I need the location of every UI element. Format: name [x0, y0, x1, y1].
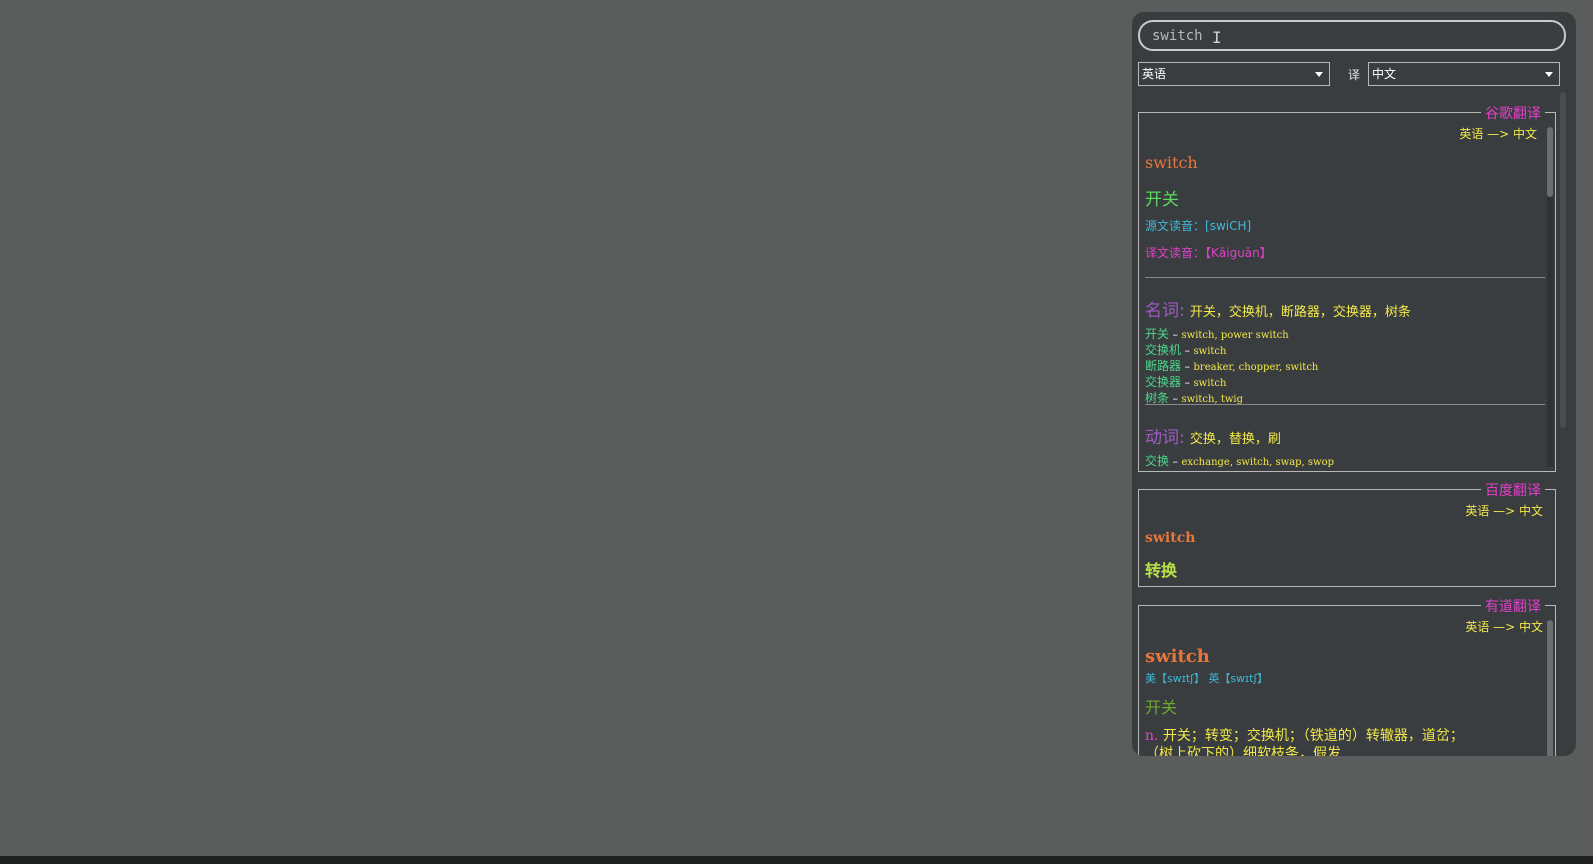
verb-synonyms: 交换 – exchange, switch, swap, swop	[1145, 454, 1334, 470]
phonetic: 美【swɪtʃ】 英【swɪtʃ】	[1145, 672, 1269, 685]
direction-label: 英语 —> 中文	[1459, 127, 1537, 141]
youdao-scrollbar[interactable]	[1547, 620, 1553, 756]
target-pronunciation: 译文读音：【Kāiguān】	[1145, 246, 1272, 260]
source-pronunciation: 源文读音：[swiCH]	[1145, 219, 1252, 233]
google-translate-group: 谷歌翻译 英语 —> 中文 switch 开关 源文读音：[swiCH] 译文读…	[1138, 103, 1556, 472]
chevron-down-icon	[1315, 72, 1323, 77]
target-language-value: 中文	[1372, 67, 1397, 81]
source-word: switch	[1145, 153, 1198, 172]
group-title: 百度翻译	[1481, 480, 1545, 500]
youdao-scrollbar-thumb[interactable]	[1547, 620, 1553, 756]
taskbar	[0, 856, 1593, 864]
noun-heading: 名词: 开关，交换机，断路器，交换器，树条	[1145, 301, 1411, 321]
source-language-select[interactable]: 英语	[1138, 62, 1330, 86]
translation: 转换	[1145, 561, 1178, 580]
translation: 开关	[1145, 190, 1179, 210]
google-scrollbar-thumb[interactable]	[1547, 127, 1553, 197]
direction-label: 英语 —> 中文	[1465, 504, 1543, 518]
direction-label: 英语 —> 中文	[1465, 620, 1543, 634]
target-language-select[interactable]: 中文	[1368, 62, 1560, 86]
noun-synonyms: 开关 – switch, power switch 交换机 – switch 断…	[1145, 327, 1318, 407]
search-input[interactable]	[1138, 20, 1566, 51]
baidu-translate-group: 百度翻译 英语 —> 中文 switch 转换	[1138, 480, 1556, 587]
results-area: 谷歌翻译 英语 —> 中文 switch 开关 源文读音：[swiCH] 译文读…	[1132, 90, 1572, 756]
youdao-translate-group: 有道翻译 英语 —> 中文 switch 美【swɪtʃ】 英【swɪtʃ】 开…	[1138, 596, 1556, 756]
translation: 开关	[1145, 698, 1178, 717]
chevron-down-icon	[1545, 72, 1553, 77]
synonym-row: 交换 – exchange, switch, swap, swop	[1145, 454, 1335, 468]
synonym-row: 断路器 – breaker, chopper, switch	[1145, 359, 1319, 373]
translator-panel: I 英语 译 中文 谷歌翻译 英语 —> 中文 switch 开关 源文读音：[…	[1132, 12, 1576, 756]
divider	[1145, 277, 1545, 278]
synonym-row: 交换器 – switch	[1145, 375, 1227, 389]
definition-line: （树上砍下的）细软枝条，假发	[1145, 746, 1341, 756]
source-language-value: 英语	[1142, 67, 1167, 81]
synonym-row: 开关 – switch, power switch	[1145, 327, 1289, 341]
verb-heading: 动词: 交换，替换，刷	[1145, 428, 1281, 448]
divider	[1145, 404, 1545, 405]
group-title: 有道翻译	[1481, 596, 1545, 616]
source-word: switch	[1145, 530, 1196, 546]
google-scrollbar[interactable]	[1547, 127, 1553, 467]
synonym-row: 交换机 – switch	[1145, 343, 1227, 357]
text-cursor-icon: I	[1212, 28, 1222, 47]
group-title: 谷歌翻译	[1481, 103, 1545, 123]
definition-line: n. 开关；转变；交换机；（铁道的）转辙器，道岔；	[1145, 728, 1464, 744]
source-word: switch	[1145, 646, 1210, 667]
translate-to-label: 译	[1348, 68, 1361, 82]
